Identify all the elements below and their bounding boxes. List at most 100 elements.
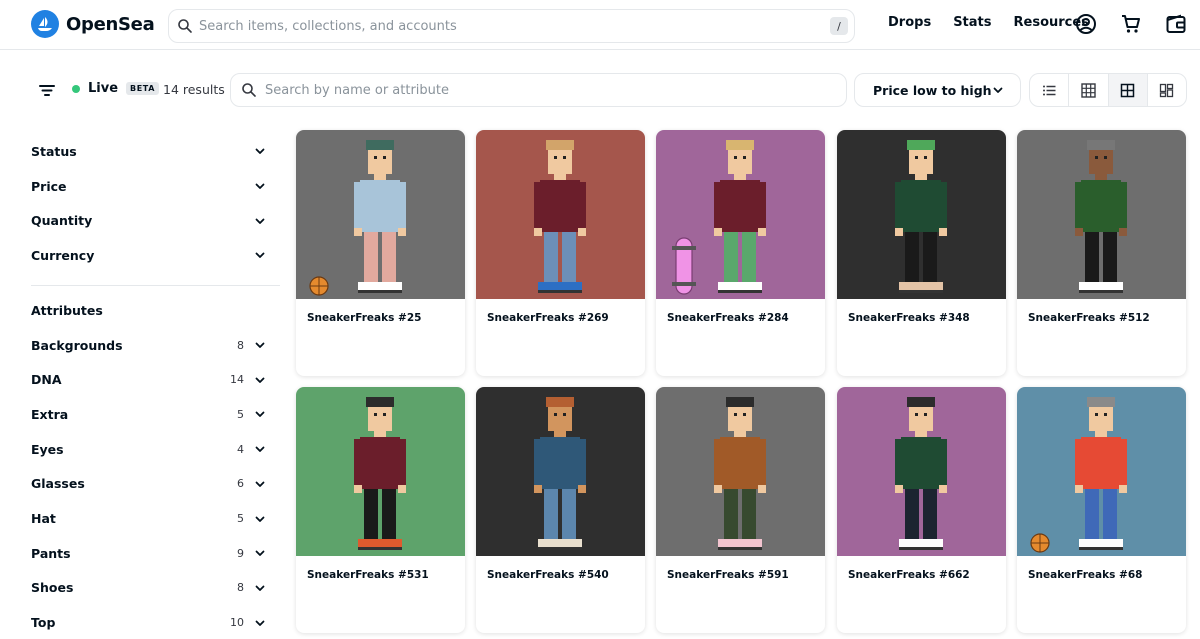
item-image[interactable] <box>656 130 825 299</box>
attribute-backgrounds[interactable]: Backgrounds 8 <box>31 328 280 363</box>
filter-label: Price <box>31 178 67 194</box>
item-card[interactable]: SneakerFreaks #25 <box>296 130 465 376</box>
chevron-down-icon <box>255 342 265 348</box>
nft-artwork <box>1017 130 1186 299</box>
list-view-icon <box>1042 85 1056 95</box>
small-grid-icon <box>1081 82 1096 98</box>
chevron-down-icon <box>993 87 1003 93</box>
attribute-search-placeholder: Search by name or attribute <box>265 82 450 98</box>
chevron-down-icon <box>255 585 265 591</box>
attribute-label: Eyes <box>31 441 64 457</box>
item-name[interactable]: SneakerFreaks #348 <box>848 312 970 324</box>
item-name[interactable]: SneakerFreaks #25 <box>307 312 421 324</box>
item-card[interactable]: SneakerFreaks #531 <box>296 387 465 633</box>
beta-badge: BETA <box>126 82 160 95</box>
item-image[interactable] <box>476 130 645 299</box>
item-image[interactable] <box>1017 387 1186 556</box>
filter-label: Status <box>31 143 77 159</box>
chevron-down-icon <box>255 148 265 155</box>
large-grid-icon <box>1120 83 1135 97</box>
view-mode-switcher <box>1029 73 1187 107</box>
chevron-down-icon <box>255 218 265 224</box>
nav-drops[interactable]: Drops <box>888 15 931 30</box>
attribute-glasses[interactable]: Glasses 6 <box>31 467 280 502</box>
chevron-down-icon <box>255 550 265 557</box>
opensea-logo[interactable]: OpenSea <box>31 10 155 38</box>
item-card[interactable]: SneakerFreaks #591 <box>656 387 825 633</box>
small-grid-view-button[interactable] <box>1069 74 1109 106</box>
collection-toolbar: Live BETA 14 results Search by name or a… <box>0 72 1200 108</box>
item-image[interactable] <box>656 387 825 556</box>
sort-dropdown[interactable]: Price low to high <box>854 73 1021 107</box>
results-count: 14 results <box>163 82 225 97</box>
filter-list: Status Price Quantity Currency <box>31 134 280 273</box>
item-image[interactable] <box>837 130 1006 299</box>
attribute-top[interactable]: Top 10 <box>31 605 280 639</box>
nft-artwork <box>656 130 825 299</box>
large-grid-view-button[interactable] <box>1108 74 1148 106</box>
nft-artwork <box>476 130 645 299</box>
item-image[interactable] <box>296 387 465 556</box>
cart-icon[interactable] <box>1120 13 1142 35</box>
attribute-hat[interactable]: Hat 5 <box>31 501 280 536</box>
top-nav: OpenSea Search items, collections, and a… <box>0 0 1200 50</box>
item-image[interactable] <box>296 130 465 299</box>
global-search-input[interactable]: Search items, collections, and accounts … <box>168 9 855 43</box>
filter-price[interactable]: Price <box>31 169 280 204</box>
item-card[interactable]: SneakerFreaks #512 <box>1017 130 1186 376</box>
attribute-count: 6 <box>237 477 244 491</box>
item-card[interactable]: SneakerFreaks #540 <box>476 387 645 633</box>
filter-toggle-icon[interactable] <box>38 81 56 99</box>
item-name[interactable]: SneakerFreaks #68 <box>1028 569 1142 581</box>
attribute-dna[interactable]: DNA 14 <box>31 362 280 397</box>
item-card[interactable]: SneakerFreaks #662 <box>837 387 1006 633</box>
attribute-pants[interactable]: Pants 9 <box>31 536 280 571</box>
list-view-button[interactable] <box>1030 74 1070 106</box>
item-image[interactable] <box>476 387 645 556</box>
item-name[interactable]: SneakerFreaks #512 <box>1028 312 1150 324</box>
chevron-down-icon <box>255 620 265 626</box>
attribute-list: Backgrounds 8 DNA 14 Extra 5 Eyes 4 Glasses 6 Hat 5… <box>31 328 280 639</box>
live-status-dot <box>72 84 80 93</box>
attribute-extra[interactable]: Extra 5 <box>31 397 280 432</box>
attribute-count: 4 <box>237 442 244 456</box>
wallet-icon[interactable] <box>1165 13 1187 35</box>
item-name[interactable]: SneakerFreaks #591 <box>667 569 789 581</box>
item-card[interactable]: SneakerFreaks #68 <box>1017 387 1186 633</box>
filter-currency[interactable]: Currency <box>31 238 280 273</box>
filter-status[interactable]: Status <box>31 134 280 169</box>
live-toggle[interactable]: Live BETA <box>72 81 160 96</box>
item-name[interactable]: SneakerFreaks #540 <box>487 569 609 581</box>
nft-artwork <box>837 130 1006 299</box>
filter-quantity[interactable]: Quantity <box>31 203 280 238</box>
item-card[interactable]: SneakerFreaks #284 <box>656 130 825 376</box>
attribute-label: Top <box>31 615 56 631</box>
item-image[interactable] <box>1017 130 1186 299</box>
nft-artwork <box>476 387 645 556</box>
item-card[interactable]: SneakerFreaks #348 <box>837 130 1006 376</box>
item-name[interactable]: SneakerFreaks #269 <box>487 312 609 324</box>
nft-artwork <box>837 387 1006 556</box>
item-image[interactable] <box>837 387 1006 556</box>
sidebar-divider <box>31 284 280 286</box>
item-name[interactable]: SneakerFreaks #531 <box>307 569 429 581</box>
search-shortcut-key: / <box>830 17 848 35</box>
masonry-view-button[interactable] <box>1148 74 1186 106</box>
attributes-title: Attributes <box>31 303 103 319</box>
attribute-label: Shoes <box>31 580 74 596</box>
search-icon <box>242 83 256 97</box>
account-icon[interactable] <box>1075 13 1097 35</box>
attribute-eyes[interactable]: Eyes 4 <box>31 432 280 467</box>
chevron-down-icon <box>255 446 265 453</box>
chevron-down-icon <box>255 516 265 522</box>
attribute-label: Backgrounds <box>31 337 123 353</box>
attribute-shoes[interactable]: Shoes 8 <box>31 571 280 606</box>
attribute-label: Pants <box>31 545 71 561</box>
attribute-search-input[interactable]: Search by name or attribute <box>230 73 847 107</box>
item-card[interactable]: SneakerFreaks #269 <box>476 130 645 376</box>
nav-stats[interactable]: Stats <box>953 15 991 30</box>
item-name[interactable]: SneakerFreaks #284 <box>667 312 789 324</box>
item-name[interactable]: SneakerFreaks #662 <box>848 569 970 581</box>
opensea-logo-icon <box>31 10 59 38</box>
sort-selected-value: Price low to high <box>873 82 992 98</box>
